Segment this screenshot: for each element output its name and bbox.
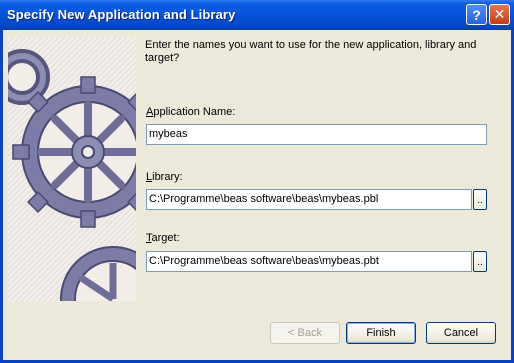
gear-illustration — [8, 37, 136, 301]
title-bar[interactable]: Specify New Application and Library ? ✕ — [0, 0, 514, 30]
help-icon: ? — [472, 6, 481, 23]
target-label: Target: — [146, 232, 180, 244]
dialog-body: Enter the names you want to use for the … — [3, 30, 511, 360]
close-icon: ✕ — [493, 6, 506, 22]
application-name-label: Application Name: — [146, 106, 236, 118]
library-browse-button[interactable]: .. — [473, 189, 487, 210]
target-browse-button[interactable]: .. — [473, 251, 487, 272]
help-button[interactable]: ? — [466, 4, 487, 25]
gear-icon — [8, 37, 136, 301]
back-button[interactable]: < Back — [270, 322, 340, 344]
library-input[interactable]: C:\Programme\beas software\beas\mybeas.p… — [146, 189, 472, 210]
application-name-input[interactable]: mybeas — [146, 124, 487, 145]
library-label: Library: — [146, 171, 183, 183]
dialog-window: Specify New Application and Library ? ✕ — [0, 0, 514, 363]
finish-button[interactable]: Finish — [346, 322, 416, 344]
instruction-text: Enter the names you want to use for the … — [145, 39, 477, 64]
target-input[interactable]: C:\Programme\beas software\beas\mybeas.p… — [146, 251, 472, 272]
close-button[interactable]: ✕ — [489, 4, 510, 25]
cancel-button[interactable]: Cancel — [426, 322, 496, 344]
window-title: Specify New Application and Library — [7, 7, 236, 22]
